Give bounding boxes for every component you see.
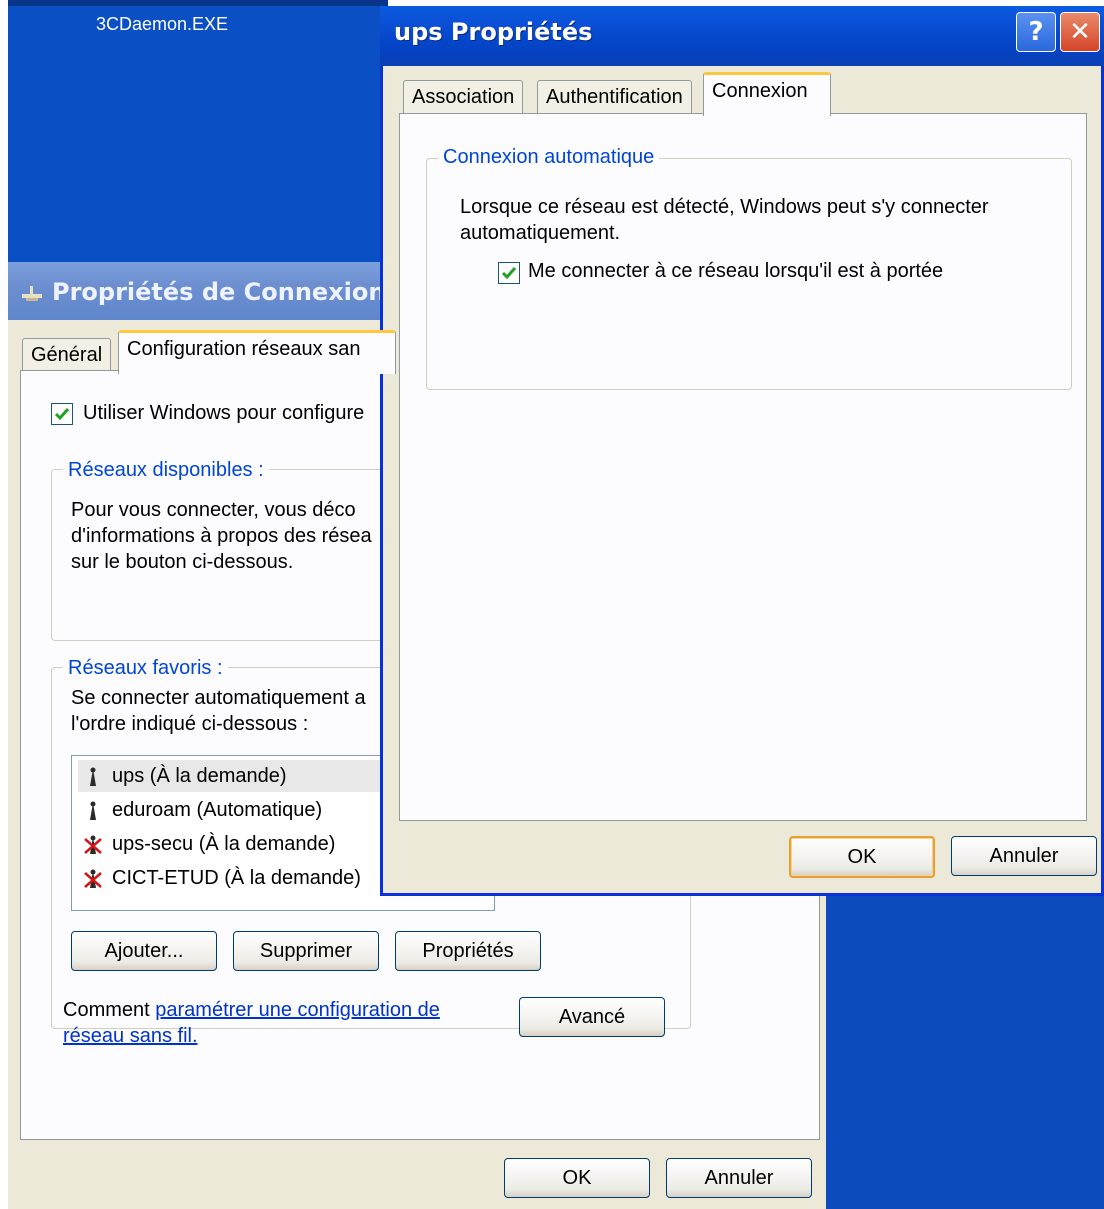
text-line: d'informations à propos des résea xyxy=(71,525,372,547)
network-antenna-icon xyxy=(90,767,96,786)
tab-authentication[interactable]: Authentification xyxy=(537,80,692,113)
list-item[interactable]: ups-secu (À la demande) xyxy=(82,828,382,860)
text-line: l'ordre indiqué ci-dessous : xyxy=(71,713,309,735)
checkmark-icon xyxy=(54,408,70,421)
list-item-label: ups (À la demande) xyxy=(112,765,287,787)
network-connection-icon xyxy=(22,286,42,301)
tab-general[interactable]: Général xyxy=(22,338,112,371)
network-antenna-icon xyxy=(90,801,96,820)
use-windows-label: Utiliser Windows pour configure xyxy=(83,402,365,424)
network-antenna-disabled-icon xyxy=(84,835,102,854)
window-title: Propriétés de Connexion re xyxy=(52,278,422,306)
desktop-file-label[interactable]: 3CDaemon.EXE xyxy=(96,14,228,35)
advanced-button[interactable]: Avancé xyxy=(519,997,665,1037)
close-button[interactable]: ✕ xyxy=(1060,12,1100,52)
desktop-background xyxy=(8,0,388,262)
auto-connect-checkbox[interactable] xyxy=(498,262,520,284)
help-button[interactable]: ? xyxy=(1016,12,1056,52)
text-line: automatiquement. xyxy=(460,222,621,244)
preferred-networks-text: Se connecter automatiquement a l'ordre i… xyxy=(71,685,366,737)
list-item-label: eduroam (Automatique) xyxy=(112,799,323,821)
text-line: Pour vous connecter, vous déco xyxy=(71,499,356,521)
auto-connect-title: Connexion automatique xyxy=(438,146,660,169)
list-item-label: CICT-ETUD (À la demande) xyxy=(112,867,361,889)
use-windows-checkbox[interactable] xyxy=(51,403,73,425)
tab-association[interactable]: Association xyxy=(403,80,524,113)
text-line: Se connecter automatiquement a xyxy=(71,687,366,709)
window-title: ups Propriétés xyxy=(394,18,593,46)
network-properties-button[interactable]: Propriétés xyxy=(395,931,541,971)
remove-network-button[interactable]: Supprimer xyxy=(233,931,379,971)
available-networks-text: Pour vous connecter, vous déco d'informa… xyxy=(71,497,372,575)
cancel-button[interactable]: Annuler xyxy=(666,1158,812,1198)
list-item[interactable]: ups (À la demande) xyxy=(78,760,388,792)
list-item[interactable]: CICT-ETUD (À la demande) xyxy=(82,862,382,894)
text-line: Lorsque ce réseau est détecté, Windows p… xyxy=(460,196,989,218)
help-link-continued[interactable]: réseau sans fil. xyxy=(63,1025,198,1047)
help-text-prefix: Comment xyxy=(63,999,156,1021)
cancel-button[interactable]: Annuler xyxy=(951,836,1097,876)
desktop-icon-strip xyxy=(8,0,388,6)
list-item[interactable]: eduroam (Automatique) xyxy=(82,794,382,826)
ups-properties-window: ups Propriétés ? ✕ Association Authentif… xyxy=(380,6,1104,896)
desktop-background-right xyxy=(826,880,1104,1209)
help-link[interactable]: paramétrer une configuration de xyxy=(155,999,440,1021)
add-network-button[interactable]: Ajouter... xyxy=(71,931,217,971)
preferred-networks-title: Réseaux favoris : xyxy=(63,657,228,680)
ok-button[interactable]: OK xyxy=(789,836,935,878)
network-antenna-disabled-icon xyxy=(84,869,102,888)
help-text: Comment paramétrer une configuration de … xyxy=(63,997,483,1049)
tab-connection[interactable]: Connexion xyxy=(703,72,831,116)
tab-wireless-networks[interactable]: Configuration réseaux san xyxy=(118,330,396,374)
title-bar[interactable]: ups Propriétés ? ✕ xyxy=(380,6,1104,66)
list-item-label: ups-secu (À la demande) xyxy=(112,833,336,855)
ok-button[interactable]: OK xyxy=(504,1158,650,1198)
available-networks-title: Réseaux disponibles : xyxy=(63,459,269,482)
tab-page-connection: Connexion automatique Lorsque ce réseau … xyxy=(399,113,1087,821)
auto-connect-label: Me connecter à ce réseau lorsqu'il est à… xyxy=(528,260,944,282)
auto-connect-description: Lorsque ce réseau est détecté, Windows p… xyxy=(460,194,1060,246)
text-line: sur le bouton ci-dessous. xyxy=(71,551,294,573)
checkmark-icon xyxy=(501,267,517,280)
